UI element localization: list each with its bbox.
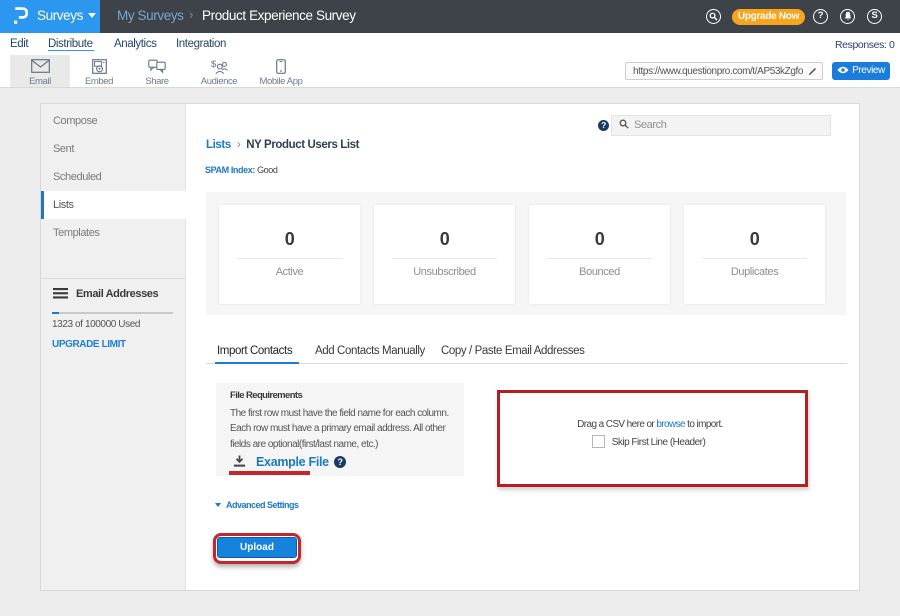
svg-text:$: $ bbox=[211, 59, 217, 70]
